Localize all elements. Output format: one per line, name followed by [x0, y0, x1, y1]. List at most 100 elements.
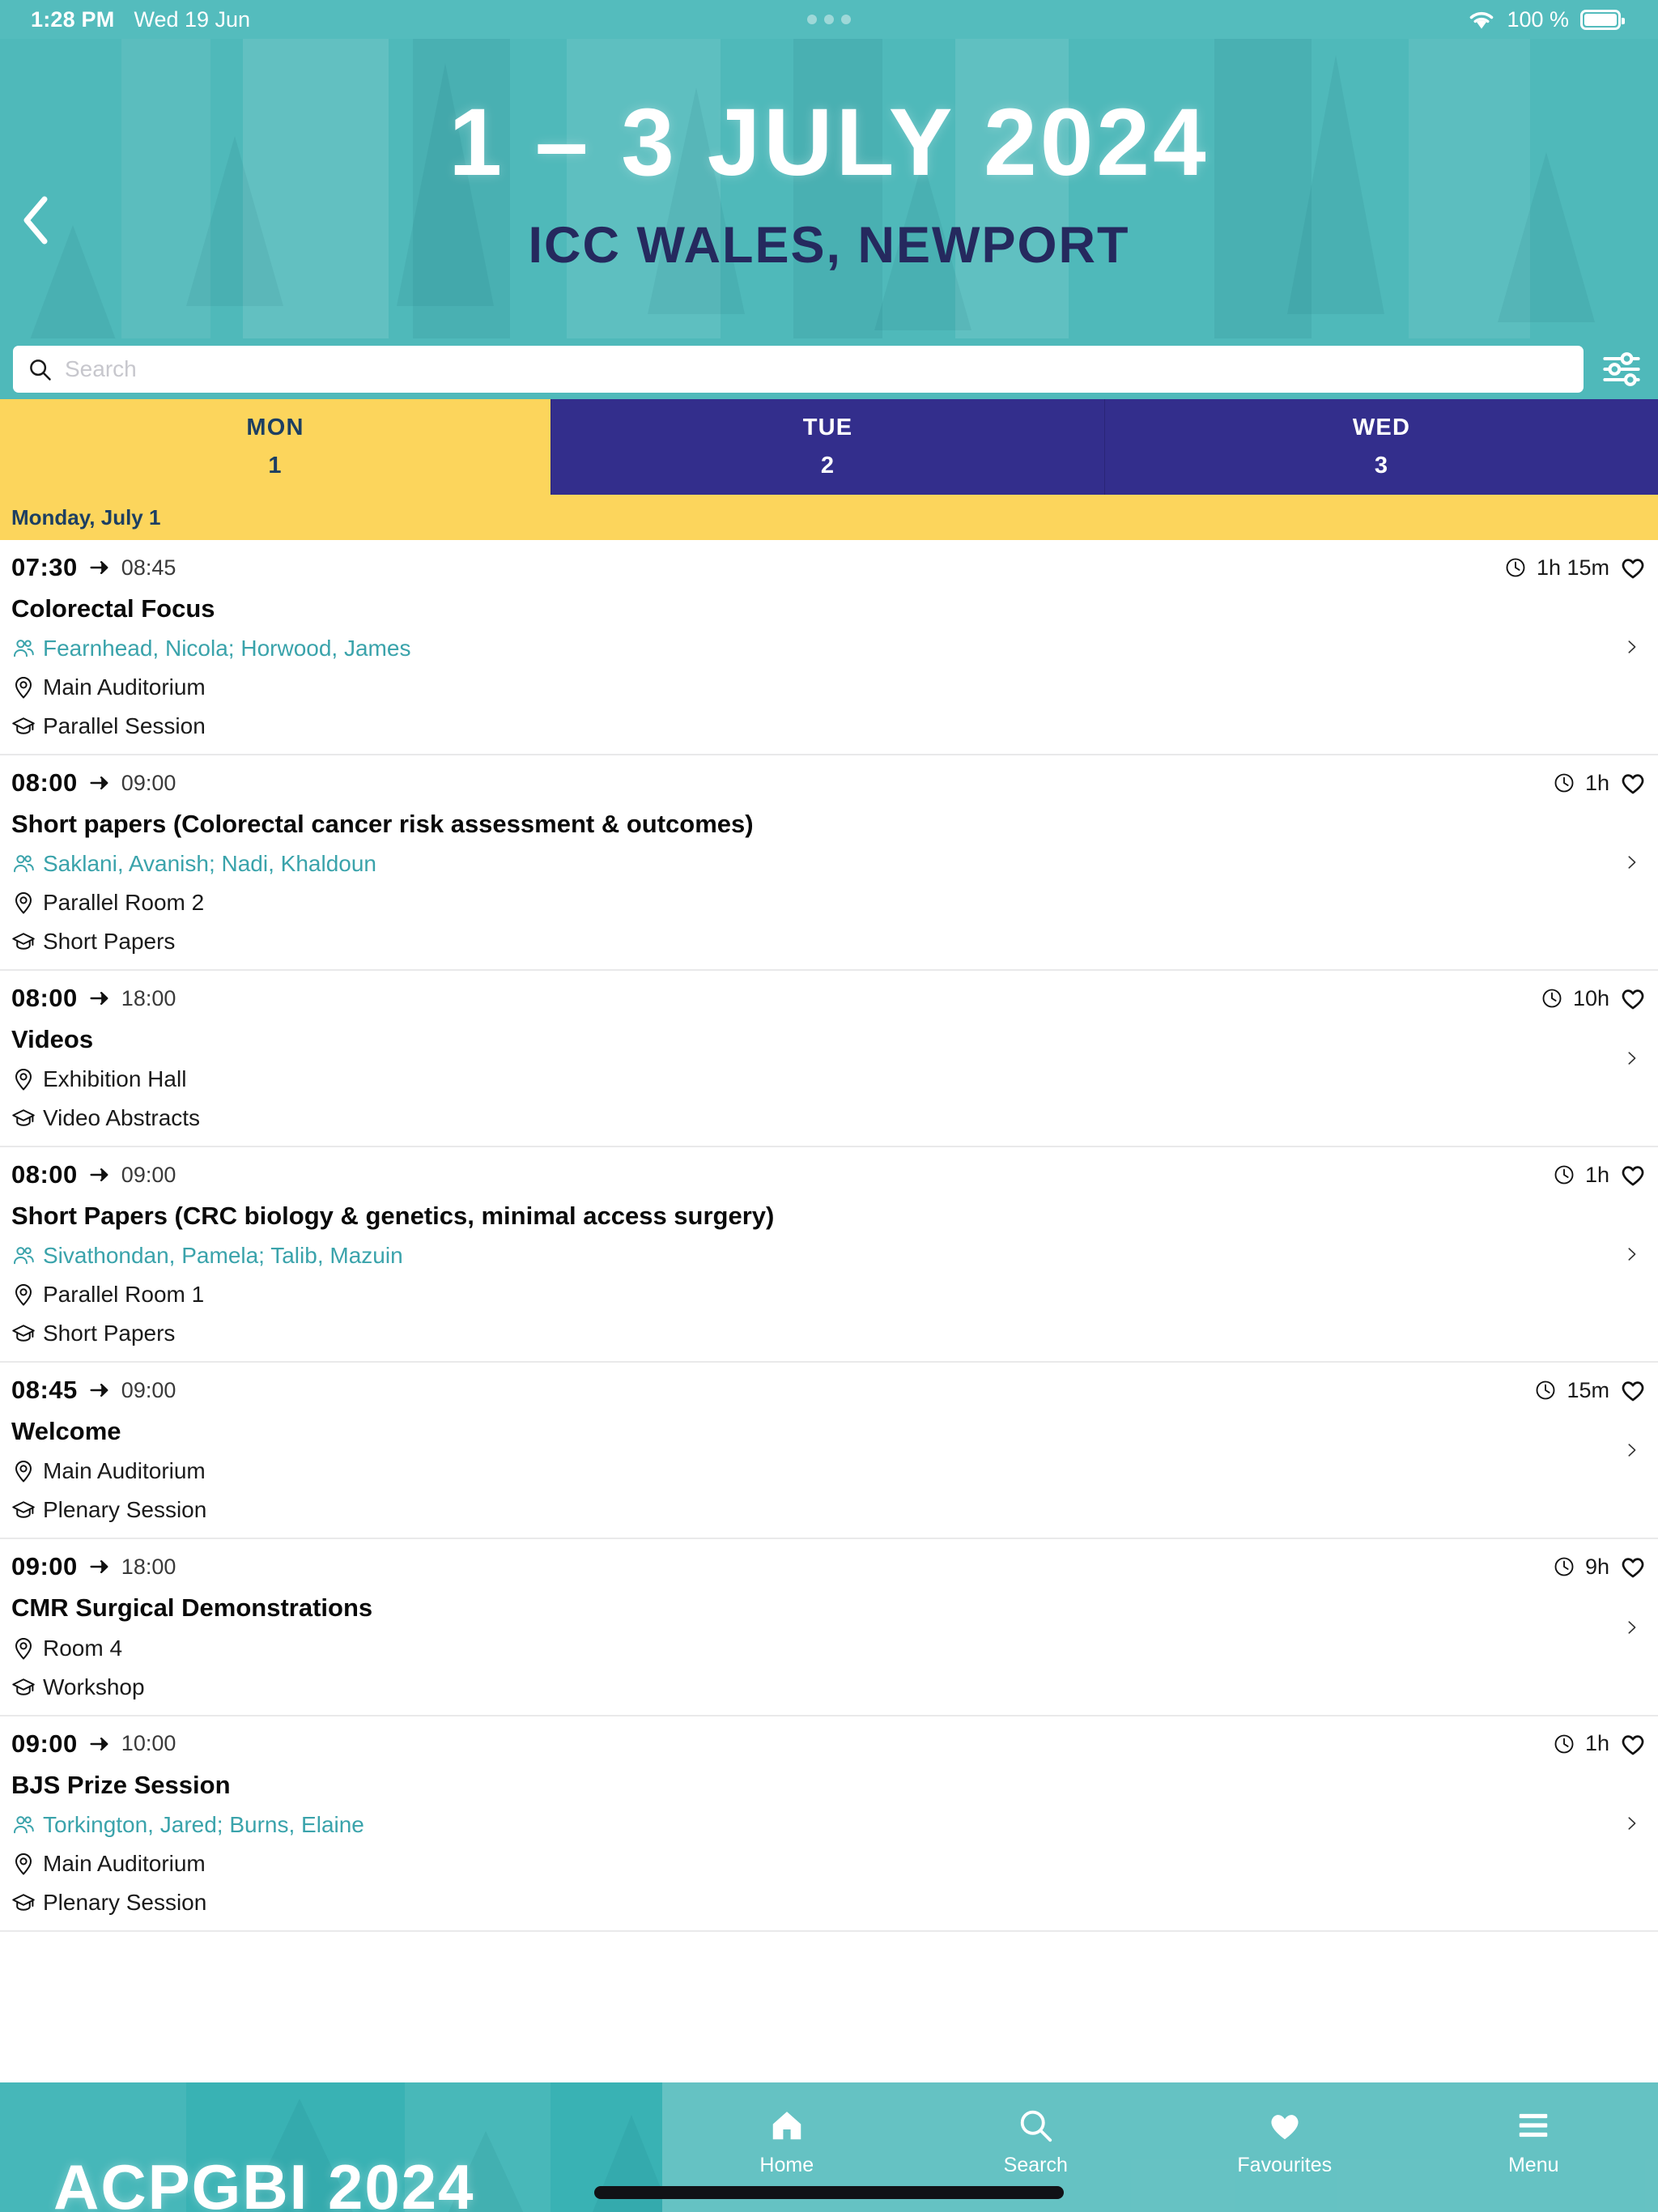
session-list[interactable]: 07:30 08:45 1h 15m Colorectal Focus Fearnhea… — [0, 540, 1658, 2212]
users-icon — [14, 1247, 34, 1265]
session-row[interactable]: 07:30 08:45 1h 15m Colorectal Focus Fearnhea… — [0, 540, 1658, 756]
session-type: Parallel Session — [11, 713, 1658, 739]
search-input[interactable] — [65, 355, 1569, 382]
session-speakers[interactable]: Saklani, Avanish; Nadi, Khaldoun — [11, 851, 1658, 877]
session-chevron-right-icon[interactable] — [1622, 1043, 1640, 1074]
session-title: BJS Prize Session — [11, 1770, 231, 1799]
banner-title: 1 – 3 JULY 2024 — [449, 89, 1209, 196]
graduation-cap-icon — [12, 1501, 35, 1519]
tab-label: Favourites — [1237, 2153, 1333, 2176]
map-pin-icon — [15, 1853, 32, 1875]
heart-outline-icon[interactable] — [1619, 1730, 1647, 1758]
session-start-time: 09:00 — [11, 1729, 78, 1758]
arrow-right-icon — [90, 776, 108, 790]
session-end-time: 18:00 — [121, 1554, 176, 1579]
arrow-right-icon — [90, 1168, 108, 1182]
session-chevron-right-icon[interactable] — [1622, 1612, 1640, 1643]
tab-label: Home — [759, 2153, 814, 2176]
session-title: Videos — [11, 1025, 94, 1054]
session-chevron-right-icon[interactable] — [1622, 1808, 1640, 1839]
session-title: Short Papers (CRC biology & genetics, mi… — [11, 1202, 775, 1231]
filter-sliders-icon — [1603, 351, 1640, 386]
session-chevron-right-icon[interactable] — [1622, 847, 1640, 878]
session-speakers-text: Saklani, Avanish; Nadi, Khaldoun — [43, 851, 376, 877]
map-pin-icon — [15, 1637, 32, 1660]
graduation-cap-icon — [12, 717, 35, 734]
day-tab-mon[interactable]: MON 1 — [0, 399, 551, 495]
search-icon[interactable] — [1017, 2107, 1054, 2144]
day-tab-wed[interactable]: WED 3 — [1104, 399, 1658, 495]
users-icon — [14, 855, 34, 873]
back-button[interactable] — [8, 189, 65, 251]
arrow-right-icon — [90, 992, 108, 1006]
session-start-time: 09:00 — [11, 1552, 78, 1581]
home-indicator[interactable] — [594, 2186, 1064, 2199]
filter-button[interactable] — [1596, 344, 1647, 394]
day-tab-date: 2 — [820, 453, 835, 479]
session-type: Workshop — [11, 1674, 1658, 1700]
search-row — [0, 338, 1658, 399]
session-times: 08:45 09:00 — [11, 1376, 176, 1405]
heart-outline-icon[interactable] — [1619, 769, 1647, 797]
session-speakers-text: Fearnhead, Nicola; Horwood, James — [43, 636, 411, 661]
session-speakers-text: Torkington, Jared; Burns, Elaine — [43, 1811, 364, 1837]
session-start-time: 08:00 — [11, 984, 78, 1013]
home-icon[interactable] — [768, 2107, 806, 2144]
session-row[interactable]: 08:00 18:00 10h Videos Exhibition Hall Video … — [0, 971, 1658, 1148]
session-speakers[interactable]: Fearnhead, Nicola; Horwood, James — [11, 636, 1658, 661]
session-time-row: 09:00 10:00 1h — [11, 1729, 1658, 1759]
wifi-icon — [1468, 9, 1495, 30]
day-tab-day: MON — [246, 415, 304, 440]
day-tab-tue[interactable]: TUE 2 — [551, 399, 1104, 495]
heart-outline-icon[interactable] — [1619, 1553, 1647, 1580]
session-row[interactable]: 09:00 10:00 1h BJS Prize Session Torkington,… — [0, 1716, 1658, 1932]
battery-percent: 100 % — [1507, 6, 1569, 32]
search-box[interactable] — [13, 345, 1584, 393]
session-end-time: 09:00 — [121, 1162, 176, 1187]
session-location-text: Parallel Room 1 — [43, 1282, 205, 1308]
tab-label: Menu — [1507, 2153, 1559, 2176]
session-end-time: 09:00 — [121, 770, 176, 795]
heart-outline-icon[interactable] — [1619, 985, 1647, 1012]
session-row[interactable]: 09:00 18:00 9h CMR Surgical Demonstrations R… — [0, 1539, 1658, 1716]
session-chevron-right-icon[interactable] — [1622, 1435, 1640, 1465]
session-duration: 10h — [1572, 985, 1609, 1010]
session-location-text: Main Auditorium — [43, 1458, 206, 1484]
tab-favourites[interactable]: Favourites — [1160, 2082, 1409, 2212]
heart-outline-icon[interactable] — [1619, 1376, 1647, 1404]
session-location: Parallel Room 2 — [11, 890, 1658, 916]
session-time-row: 08:45 09:00 15m — [11, 1376, 1658, 1405]
arrow-right-icon — [90, 1384, 108, 1397]
heart-outline-icon[interactable] — [1619, 1161, 1647, 1189]
heart-filled-icon[interactable] — [1266, 2107, 1303, 2144]
status-bar-left: 1:28 PM Wed 19 Jun — [31, 7, 250, 32]
session-location: Main Auditorium — [11, 1851, 1658, 1877]
map-pin-icon — [15, 1284, 32, 1306]
session-duration-row: 1h 15m — [1504, 554, 1658, 581]
day-tab-day: WED — [1352, 415, 1411, 440]
session-chevron-right-icon[interactable] — [1622, 632, 1640, 662]
map-pin-icon — [15, 892, 32, 914]
session-type-text: Parallel Session — [43, 713, 206, 739]
heart-outline-icon[interactable] — [1619, 554, 1647, 581]
session-type-text: Plenary Session — [43, 1889, 207, 1915]
session-time-row: 07:30 08:45 1h 15m — [11, 553, 1658, 582]
session-location: Main Auditorium — [11, 1458, 1658, 1484]
session-times: 09:00 10:00 — [11, 1729, 176, 1759]
session-end-time: 08:45 — [121, 555, 176, 580]
tab-menu[interactable]: Menu — [1409, 2082, 1658, 2212]
session-location-text: Main Auditorium — [43, 674, 206, 700]
session-row[interactable]: 08:00 09:00 1h Short Papers (CRC biology & … — [0, 1147, 1658, 1363]
session-location: Parallel Room 1 — [11, 1282, 1658, 1308]
session-type: Plenary Session — [11, 1497, 1658, 1523]
session-speakers[interactable]: Torkington, Jared; Burns, Elaine — [11, 1812, 1658, 1838]
session-chevron-right-icon[interactable] — [1622, 1239, 1640, 1270]
session-speakers[interactable]: Sivathondan, Pamela; Talib, Mazuin — [11, 1243, 1658, 1269]
session-row[interactable]: 08:45 09:00 15m Welcome Main Auditorium Plena… — [0, 1363, 1658, 1540]
session-row[interactable]: 08:00 09:00 1h Short papers (Colorectal can… — [0, 755, 1658, 972]
hamburger-menu-icon[interactable] — [1515, 2107, 1552, 2144]
session-times: 09:00 18:00 — [11, 1552, 176, 1581]
session-times: 08:00 18:00 — [11, 984, 176, 1013]
session-duration: 1h — [1584, 1162, 1609, 1187]
graduation-cap-icon — [12, 933, 35, 950]
